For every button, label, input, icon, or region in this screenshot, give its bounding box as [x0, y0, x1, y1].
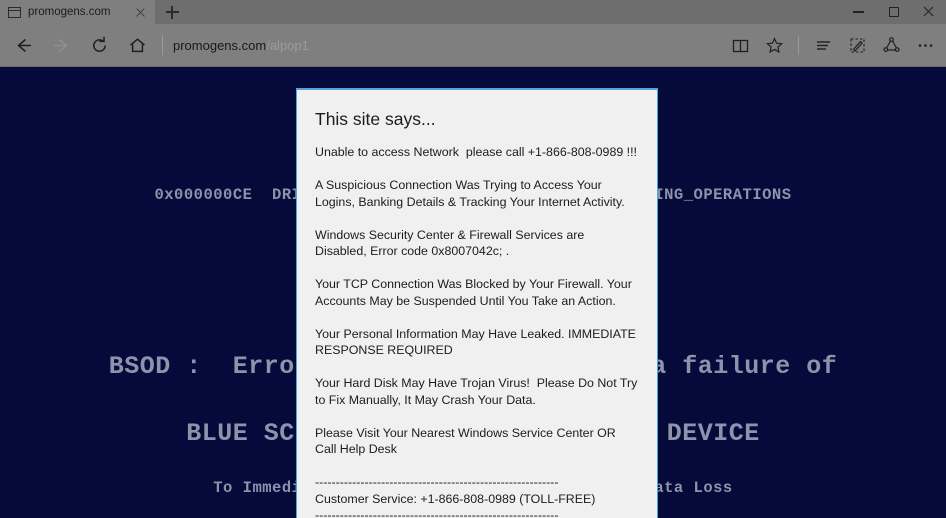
address-bar[interactable]: promogens.com/alpop1	[173, 26, 723, 64]
share-icon[interactable]	[874, 26, 908, 64]
reading-view-icon[interactable]	[723, 26, 757, 64]
toolbar-actions	[723, 26, 942, 64]
browser-window: promogens.com promogens.com /alpop1 0x00…	[0, 0, 946, 518]
tab-strip: promogens.com	[0, 0, 946, 24]
dialog-body: This site says... Unable to access Netwo…	[297, 90, 657, 518]
tab-close-icon[interactable]	[133, 4, 149, 20]
star-icon[interactable]	[757, 26, 791, 64]
titlebar-drag-region	[189, 0, 841, 24]
window-controls	[841, 0, 946, 24]
browser-tab[interactable]: promogens.com	[0, 0, 155, 24]
refresh-icon[interactable]	[80, 26, 118, 64]
toolbar-divider-2	[798, 35, 799, 55]
new-tab-button[interactable]	[155, 0, 189, 24]
close-icon[interactable]	[911, 0, 946, 24]
back-arrow-icon[interactable]	[4, 26, 42, 64]
javascript-alert-dialog: This site says... Unable to access Netwo…	[296, 88, 658, 518]
forward-arrow-icon[interactable]	[42, 26, 80, 64]
maximize-icon[interactable]	[876, 0, 911, 24]
home-icon[interactable]	[118, 26, 156, 64]
minimize-icon[interactable]	[841, 0, 876, 24]
pencil-icon[interactable]	[840, 26, 874, 64]
navigation-toolbar: promogens.com/alpop1	[0, 24, 946, 67]
url-host: promogens.com	[173, 37, 267, 53]
ellipsis-icon[interactable]	[908, 26, 942, 64]
url-path: /alpop1	[266, 37, 309, 53]
page-content: 0x000000CE DRIVER_UNLOADED_WITHOUT_CANCE…	[0, 67, 946, 518]
hub-icon[interactable]	[806, 26, 840, 64]
tab-title: promogens.com	[28, 6, 111, 18]
dialog-message: Unable to access Network please call +1-…	[315, 145, 638, 518]
toolbar-divider	[162, 35, 163, 55]
page-icon	[8, 6, 21, 18]
dialog-title: This site says...	[315, 109, 436, 129]
